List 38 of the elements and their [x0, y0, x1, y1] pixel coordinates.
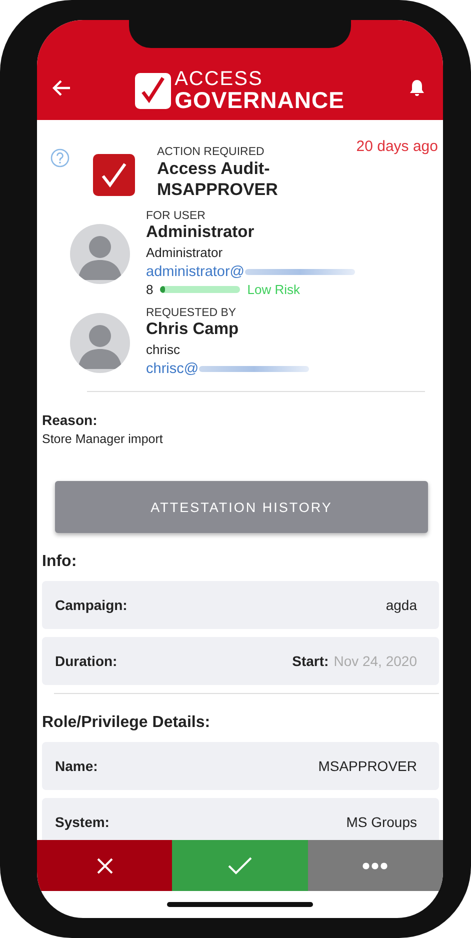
- row-prefix: Start:: [292, 653, 329, 669]
- help-icon[interactable]: [50, 148, 70, 168]
- email-link[interactable]: chrisc@: [146, 359, 199, 379]
- section-label: ACTION REQUIRED: [157, 146, 266, 158]
- row-value: agda: [386, 597, 417, 613]
- row-label: System:: [55, 814, 110, 830]
- person-name: Administrator: [146, 222, 256, 243]
- reason-text: Store Manager import: [42, 432, 164, 446]
- row-label: Duration:: [55, 653, 118, 669]
- email-link[interactable]: administrator@: [146, 262, 245, 282]
- username: chrisc: [146, 341, 181, 359]
- request-title: MSAPPROVER: [157, 179, 278, 200]
- section-title: Role/Privilege Details:: [42, 714, 212, 732]
- logo-text: ACCESS: [174, 69, 264, 89]
- section-label: FOR USER: [146, 210, 206, 222]
- more-icon: [362, 862, 388, 870]
- row-value: MS Groups: [346, 814, 417, 830]
- row-label: Campaign:: [55, 597, 128, 613]
- more-button[interactable]: [308, 840, 443, 891]
- row-value: Nov 24, 2020: [334, 653, 417, 669]
- risk-score: 8: [146, 282, 154, 297]
- person-name: Chris Camp: [146, 319, 240, 340]
- checkmark-logo-icon: [134, 72, 171, 108]
- row-value: MSAPPROVER: [318, 758, 417, 774]
- section-title: Info:: [42, 553, 78, 571]
- username: Administrator: [146, 244, 224, 262]
- reason-label: Reason:: [42, 412, 98, 428]
- request-title: Access Audit-: [157, 158, 271, 179]
- back-arrow-icon[interactable]: [52, 78, 72, 98]
- close-icon: [96, 856, 114, 874]
- row-label: Name:: [55, 758, 98, 774]
- time-ago: 20 days ago: [356, 138, 438, 155]
- section-label: REQUESTED BY: [146, 307, 238, 319]
- risk-label: Low Risk: [247, 282, 300, 297]
- checkmark-icon: [228, 856, 252, 874]
- checkmark-icon: [93, 154, 135, 196]
- attestation-history-button[interactable]: ATTESTATION HISTORY: [55, 481, 428, 533]
- logo-text: GOVERNANCE: [174, 89, 344, 112]
